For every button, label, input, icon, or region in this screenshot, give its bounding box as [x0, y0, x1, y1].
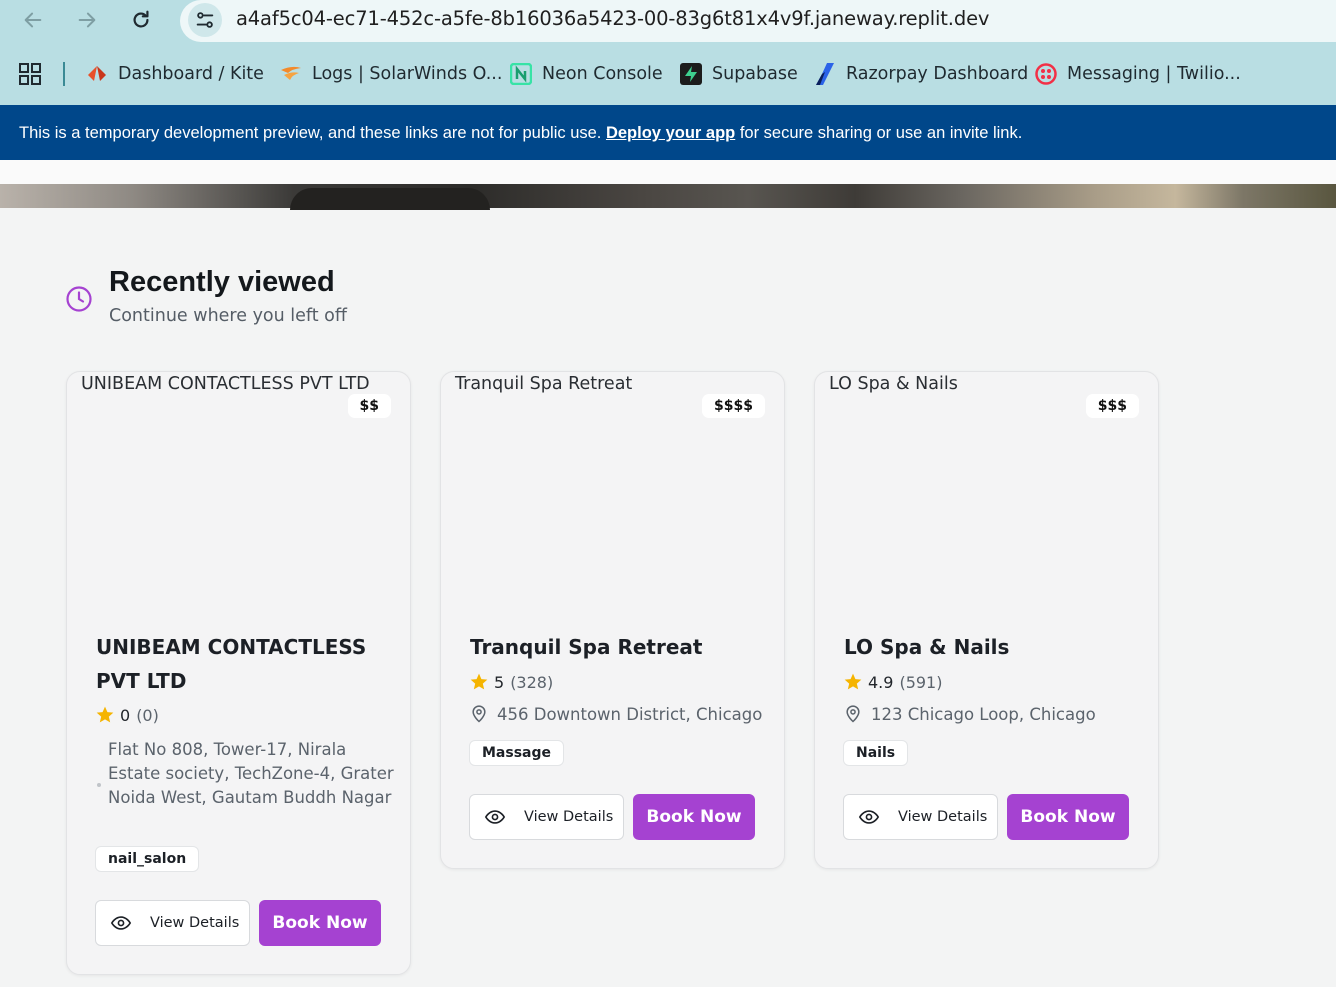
solarwinds-icon	[280, 63, 302, 85]
view-details-button[interactable]: View Details	[95, 900, 250, 946]
rating: 4.9 (591)	[843, 671, 942, 693]
razorpay-icon	[814, 63, 836, 85]
book-now-button[interactable]: Book Now	[633, 794, 755, 840]
bookmark-twilio[interactable]: Messaging | Twilio...	[1035, 59, 1241, 89]
price-badge: $$$$	[702, 394, 765, 418]
business-address: 456 Downtown District, Chicago	[497, 704, 763, 724]
deploy-link[interactable]: Deploy your app	[606, 124, 735, 142]
hero-image	[0, 184, 1336, 210]
eye-icon	[858, 810, 880, 824]
neon-icon	[510, 63, 532, 85]
image-alt-text: LO Spa & Nails	[815, 374, 958, 394]
kite-icon	[86, 63, 108, 85]
map-pin-icon	[846, 705, 860, 723]
location: 456 Downtown District, Chicago	[469, 704, 762, 724]
business-image: Tranquil Spa Retreat $$$$	[441, 372, 784, 612]
location: 123 Chicago Loop, Chicago	[843, 704, 1096, 724]
supabase-icon	[680, 63, 702, 85]
bookmark-label: Razorpay Dashboard	[846, 64, 1029, 84]
review-count: (328)	[510, 672, 554, 692]
tune-icon	[196, 12, 214, 28]
bookmark-razorpay[interactable]: Razorpay Dashboard	[814, 59, 1028, 89]
business-name: Tranquil Spa Retreat	[470, 635, 703, 659]
price-badge: $$$	[1085, 394, 1139, 418]
back-button[interactable]	[18, 5, 48, 35]
url-text[interactable]: a4af5c04-ec71-452c-a5fe-8b16036a5423-00-…	[236, 7, 989, 30]
business-card[interactable]: Tranquil Spa Retreat $$$$ Tranquil Spa R…	[440, 371, 785, 869]
bookmark-supabase[interactable]: Supabase	[680, 59, 798, 89]
browser-chrome: a4af5c04-ec71-452c-a5fe-8b16036a5423-00-…	[0, 0, 1336, 105]
clock-icon	[66, 286, 92, 312]
category-tag: Massage	[469, 740, 565, 766]
map-pin-icon	[472, 705, 486, 723]
reload-icon	[133, 10, 149, 28]
header-strip	[0, 160, 1336, 184]
review-count: (0)	[136, 705, 159, 725]
rating: 5 (328)	[469, 671, 553, 693]
business-address: Flat No 808, Tower-17, Nirala Estate soc…	[108, 740, 394, 807]
category-tag: nail_salon	[95, 846, 200, 872]
business-address: 123 Chicago Loop, Chicago	[871, 704, 1096, 724]
rating-value: 5	[494, 672, 505, 692]
view-details-label: View Details	[524, 809, 614, 825]
dev-preview-banner: This is a temporary development preview,…	[0, 105, 1336, 160]
book-now-button[interactable]: Book Now	[259, 900, 381, 946]
image-alt-text: UNIBEAM CONTACTLESS PVT LTD	[67, 374, 370, 394]
site-info-button[interactable]	[188, 3, 222, 37]
broken-image-icon	[67, 376, 81, 392]
bookmark-kite[interactable]: Dashboard / Kite	[86, 59, 264, 89]
star-icon	[96, 706, 114, 723]
business-image: UNIBEAM CONTACTLESS PVT LTD $$	[67, 372, 410, 612]
forward-button[interactable]	[72, 5, 102, 35]
view-details-label: View Details	[150, 915, 240, 931]
bookmark-label: Logs | SolarWinds O...	[312, 64, 503, 84]
bookmark-label: Messaging | Twilio...	[1067, 64, 1241, 84]
bookmark-neon[interactable]: Neon Console	[510, 59, 663, 89]
star-icon	[844, 673, 862, 690]
bookmark-label: Supabase	[712, 64, 798, 84]
business-card[interactable]: LO Spa & Nails $$$ LO Spa & Nails 4.9 (5…	[814, 371, 1159, 869]
price-badge: $$	[347, 394, 391, 418]
reload-button[interactable]	[126, 5, 156, 35]
banner-text: This is a temporary development preview,…	[19, 124, 606, 142]
bookmark-label: Dashboard / Kite	[118, 64, 264, 84]
section-subtitle: Continue where you left off	[109, 306, 347, 326]
broken-image-icon	[815, 376, 829, 392]
view-details-button[interactable]: View Details	[843, 794, 998, 840]
view-details-button[interactable]: View Details	[469, 794, 624, 840]
apps-grid-icon	[19, 63, 41, 85]
image-alt-text: Tranquil Spa Retreat	[441, 374, 632, 394]
rating: 0 (0)	[95, 704, 159, 726]
eye-icon	[484, 810, 506, 824]
category-tag: Nails	[843, 740, 909, 766]
book-now-button[interactable]: Book Now	[1007, 794, 1129, 840]
bookmarks-separator	[63, 62, 65, 86]
business-image: LO Spa & Nails $$$	[815, 372, 1158, 612]
broken-image-icon	[441, 376, 455, 392]
banner-text-end: for secure sharing or use an invite link…	[735, 124, 1023, 142]
location-icon	[97, 783, 101, 787]
rating-value: 0	[120, 705, 131, 725]
address-bar[interactable]: a4af5c04-ec71-452c-a5fe-8b16036a5423-00-…	[180, 0, 1336, 42]
bookmarks-bar: Dashboard / Kite Logs | SolarWinds O... …	[0, 56, 1336, 92]
twilio-icon	[1035, 63, 1057, 85]
business-name: UNIBEAM CONTACTLESS PVT LTD	[96, 635, 367, 693]
review-count: (591)	[899, 672, 943, 692]
arrow-left-icon	[24, 12, 42, 28]
view-details-label: View Details	[898, 809, 988, 825]
bookmark-solarwinds[interactable]: Logs | SolarWinds O...	[280, 59, 502, 89]
bookmark-label: Neon Console	[542, 64, 663, 84]
section-title: Recently viewed	[109, 266, 335, 298]
eye-icon	[110, 916, 132, 930]
rating-value: 4.9	[868, 672, 894, 692]
arrow-right-icon	[78, 12, 96, 28]
star-icon	[470, 673, 488, 690]
business-name: LO Spa & Nails	[844, 635, 1010, 659]
apps-button[interactable]	[18, 62, 42, 90]
business-card[interactable]: UNIBEAM CONTACTLESS PVT LTD $$ UNIBEAM C…	[66, 371, 411, 975]
